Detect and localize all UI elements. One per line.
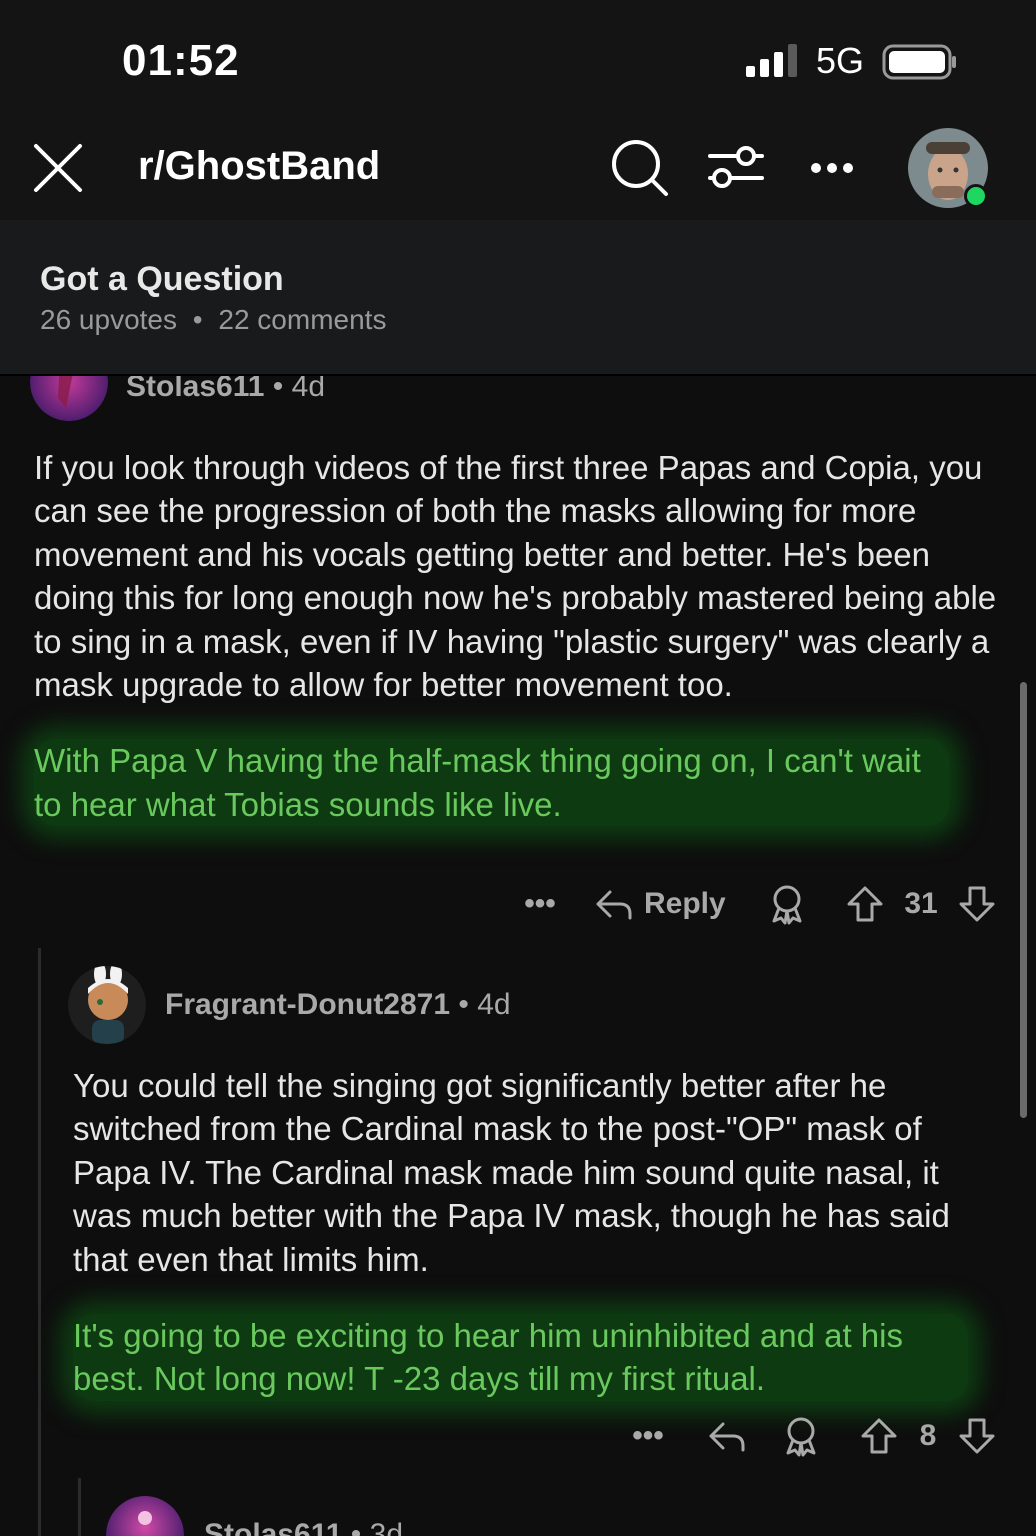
author-name[interactable]: Fragrant-Donut2871 bbox=[165, 988, 450, 1021]
more-actions-button[interactable]: ••• bbox=[620, 1408, 676, 1464]
comment-author[interactable]: Fragrant-Donut2871 • 4d bbox=[165, 988, 511, 1022]
reply-arrow-icon bbox=[709, 1422, 745, 1452]
comment-actions: ••• Reply 31 bbox=[510, 876, 1010, 932]
cellular-signal-icon bbox=[746, 44, 797, 77]
post-header[interactable]: Got a Question 26 upvotes • 22 comments bbox=[0, 220, 1036, 376]
comment-body: If you look through videos of the first … bbox=[34, 446, 1004, 827]
search-icon[interactable] bbox=[608, 136, 672, 200]
subreddit-header: r/GhostBand bbox=[0, 120, 1036, 220]
author-name[interactable]: Stolas611 bbox=[204, 1518, 342, 1536]
upvote-button[interactable] bbox=[854, 1408, 904, 1464]
award-button[interactable] bbox=[762, 876, 812, 932]
comment-thread: Stolas611 • 4d If you look through video… bbox=[0, 376, 1036, 1536]
subreddit-name[interactable]: r/GhostBand bbox=[138, 144, 380, 189]
comment-author[interactable]: Stolas611 • 3d bbox=[204, 1518, 403, 1536]
thread-indent-line bbox=[38, 948, 41, 1536]
comment-count: 22 comments bbox=[218, 304, 387, 335]
more-actions-button[interactable]: ••• bbox=[510, 876, 570, 932]
comment-highlight-text: It's going to be exciting to hear him un… bbox=[73, 1314, 968, 1401]
close-icon[interactable] bbox=[28, 138, 88, 198]
comment-actions: ••• 8 bbox=[620, 1408, 1010, 1464]
award-icon bbox=[786, 1417, 816, 1457]
more-label: ••• bbox=[524, 887, 556, 920]
thread-indent-line bbox=[78, 1478, 81, 1536]
reply-button[interactable] bbox=[702, 1408, 752, 1464]
avatar[interactable] bbox=[30, 376, 108, 426]
filter-sliders-icon[interactable] bbox=[704, 136, 768, 200]
reply-label: Reply bbox=[644, 887, 726, 920]
author-name[interactable]: Stolas611 bbox=[126, 376, 264, 403]
meta-separator: • bbox=[350, 1518, 362, 1536]
upvote-arrow-icon bbox=[861, 1418, 897, 1454]
comment-highlight-text: With Papa V having the half-mask thing g… bbox=[34, 739, 949, 827]
downvote-arrow-icon bbox=[959, 886, 995, 922]
downvote-arrow-icon bbox=[959, 1418, 995, 1454]
comment-text: You could tell the singing got significa… bbox=[73, 1067, 950, 1278]
downvote-button[interactable] bbox=[952, 876, 1002, 932]
more-options-icon[interactable] bbox=[800, 136, 864, 200]
comment-author[interactable]: Stolas611 • 4d bbox=[126, 376, 325, 404]
award-button[interactable] bbox=[776, 1408, 826, 1464]
status-time: 01:52 bbox=[122, 36, 240, 85]
vote-score: 31 bbox=[896, 876, 946, 932]
status-bar: 01:52 5G bbox=[0, 0, 1036, 120]
meta-separator: • bbox=[272, 376, 284, 403]
meta-separator: • bbox=[458, 988, 469, 1021]
upvote-arrow-icon bbox=[847, 886, 883, 922]
online-status-dot bbox=[964, 184, 988, 208]
upvote-count: 26 upvotes bbox=[40, 304, 177, 335]
score-value: 31 bbox=[904, 887, 938, 920]
comment-age: 3d bbox=[369, 1518, 404, 1536]
avatar[interactable] bbox=[68, 966, 146, 1044]
post-title: Got a Question bbox=[40, 260, 284, 298]
comment-text: If you look through videos of the first … bbox=[34, 449, 997, 704]
reply-arrow-icon bbox=[596, 890, 632, 920]
meta-separator: • bbox=[192, 304, 203, 335]
battery-icon bbox=[882, 44, 956, 80]
downvote-button[interactable] bbox=[952, 1408, 1002, 1464]
avatar[interactable] bbox=[106, 1496, 184, 1536]
comment-body: You could tell the singing got significa… bbox=[73, 1064, 998, 1401]
scrollbar[interactable] bbox=[1020, 682, 1027, 1118]
reply-button[interactable]: Reply bbox=[594, 876, 734, 932]
network-type: 5G bbox=[816, 40, 865, 81]
score-value: 8 bbox=[919, 1419, 937, 1452]
upvote-button[interactable] bbox=[840, 876, 890, 932]
more-label: ••• bbox=[632, 1419, 664, 1452]
vote-score: 8 bbox=[908, 1408, 948, 1464]
award-icon bbox=[772, 885, 802, 925]
comment-age: 4d bbox=[291, 376, 326, 403]
post-meta: 26 upvotes • 22 comments bbox=[40, 304, 386, 336]
comment-age: 4d bbox=[477, 988, 511, 1021]
